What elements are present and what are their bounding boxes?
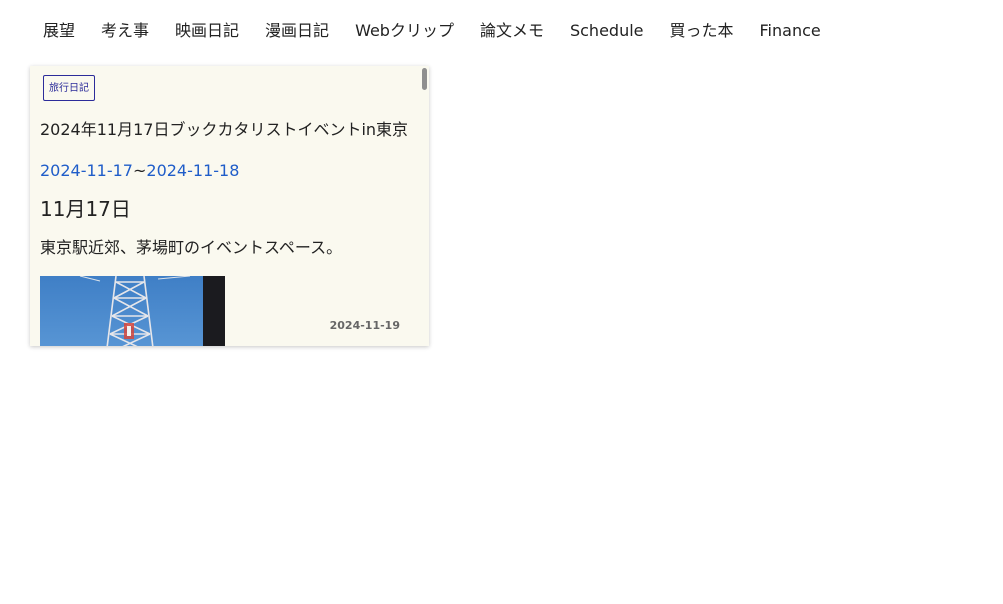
nav-item-finance[interactable]: Finance [760,19,821,43]
nav-item-kangaegoto[interactable]: 考え事 [101,19,149,43]
tower-photo [40,276,225,346]
article-paragraph: 東京駅近郊、茅場町のイベントスペース。 [40,238,343,257]
card-scrollbar[interactable] [420,66,429,346]
article-title[interactable]: 2024年11月17日ブックカタリストイベントin東京 [40,119,408,141]
date-separator: ~ [132,161,147,180]
category-nav: 展望 考え事 映画日記 漫画日記 Webクリップ 論文メモ Schedule 買… [43,19,847,43]
updated-date: 2024-11-19 [329,319,400,332]
section-heading: 11月17日 [40,197,131,221]
date-range: 2024-11-17~2024-11-18 [40,160,239,182]
nav-item-manga-nikki[interactable]: 漫画日記 [265,19,329,43]
photo-frame-edge [203,276,225,346]
nav-item-eiga-nikki[interactable]: 映画日記 [175,19,239,43]
scrollbar-thumb[interactable] [422,68,427,90]
date-end-link[interactable]: 2024-11-18 [146,161,239,180]
article-card[interactable]: 旅行日記 2024年11月17日ブックカタリストイベントin東京 2024-11… [30,66,429,346]
date-start-link[interactable]: 2024-11-17 [40,161,133,180]
category-tag[interactable]: 旅行日記 [43,75,95,101]
tower-illustration [79,276,191,346]
nav-item-web-clip[interactable]: Webクリップ [355,19,454,43]
nav-item-katta-hon[interactable]: 買った本 [670,19,734,43]
nav-item-ronbun-memo[interactable]: 論文メモ [480,19,544,43]
card-content: 旅行日記 2024年11月17日ブックカタリストイベントin東京 2024-11… [30,66,420,346]
nav-item-schedule[interactable]: Schedule [570,19,644,43]
nav-item-tenbou[interactable]: 展望 [43,19,75,43]
top-bleed-text [180,0,860,2]
